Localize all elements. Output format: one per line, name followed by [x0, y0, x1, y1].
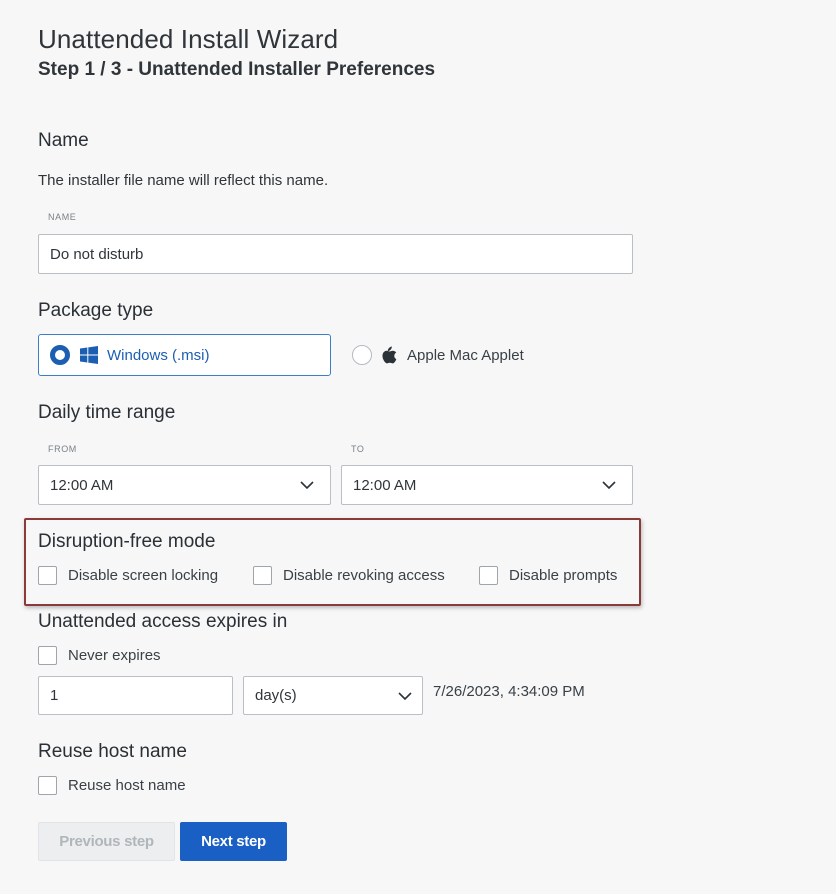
package-type-heading: Package type	[38, 300, 154, 321]
mac-radio[interactable]	[352, 345, 372, 365]
windows-icon	[80, 346, 98, 364]
package-option-windows[interactable]: Windows (.msi)	[38, 334, 331, 376]
disable-screen-locking-label: Disable screen locking	[68, 567, 219, 584]
expiry-unit-select[interactable]: day(s)	[243, 676, 423, 715]
time-range-heading: Daily time range	[38, 402, 176, 423]
apple-icon	[382, 346, 397, 363]
disable-revoking-access-label: Disable revoking access	[283, 567, 445, 584]
never-expires-checkbox[interactable]	[38, 646, 57, 665]
previous-step-button[interactable]: Previous step	[38, 822, 175, 861]
expiry-amount-input[interactable]: 1	[38, 676, 233, 715]
from-label: FROM	[48, 444, 77, 454]
never-expires-option[interactable]: Never expires	[38, 646, 161, 665]
disable-prompts-checkbox[interactable]	[479, 566, 498, 585]
chevron-down-icon	[602, 481, 616, 490]
package-option-windows-label: Windows (.msi)	[107, 346, 210, 364]
chevron-down-icon	[300, 481, 314, 490]
windows-radio[interactable]	[50, 345, 70, 365]
expires-heading: Unattended access expires in	[38, 611, 288, 632]
name-description: The installer file name will reflect thi…	[38, 172, 329, 189]
expiry-datetime: 7/26/2023, 4:34:09 PM	[433, 683, 585, 700]
never-expires-label: Never expires	[68, 647, 161, 664]
disable-screen-locking-checkbox[interactable]	[38, 566, 57, 585]
name-input-value: Do not disturb	[50, 245, 144, 263]
reuse-host-label: Reuse host name	[68, 777, 186, 794]
disable-revoking-access-checkbox[interactable]	[253, 566, 272, 585]
reuse-host-checkbox[interactable]	[38, 776, 57, 795]
package-option-mac[interactable]: Apple Mac Applet	[352, 345, 524, 365]
name-field-label: NAME	[48, 212, 77, 222]
package-option-mac-label: Apple Mac Applet	[407, 346, 524, 364]
expiry-amount-value: 1	[50, 687, 59, 704]
disable-prompts-option[interactable]: Disable prompts	[479, 566, 617, 585]
page-title: Unattended Install Wizard	[38, 24, 339, 54]
disable-prompts-label: Disable prompts	[509, 567, 618, 584]
name-heading: Name	[38, 130, 89, 151]
from-time-select[interactable]: 12:00 AM	[38, 465, 331, 505]
disruption-free-heading: Disruption-free mode	[38, 531, 216, 552]
chevron-down-icon	[398, 691, 412, 700]
to-time-select[interactable]: 12:00 AM	[341, 465, 633, 505]
step-subtitle: Step 1 / 3 - Unattended Installer Prefer…	[38, 59, 436, 80]
from-time-value: 12:00 AM	[50, 476, 114, 494]
reuse-host-heading: Reuse host name	[38, 741, 187, 762]
to-time-value: 12:00 AM	[353, 476, 417, 494]
reuse-host-option[interactable]: Reuse host name	[38, 776, 186, 795]
to-label: TO	[351, 444, 365, 454]
disable-revoking-access-option[interactable]: Disable revoking access	[253, 566, 445, 585]
name-input[interactable]: Do not disturb	[38, 234, 633, 274]
expiry-unit-value: day(s)	[255, 687, 297, 704]
next-step-button[interactable]: Next step	[180, 822, 287, 861]
disable-screen-locking-option[interactable]: Disable screen locking	[38, 566, 218, 585]
